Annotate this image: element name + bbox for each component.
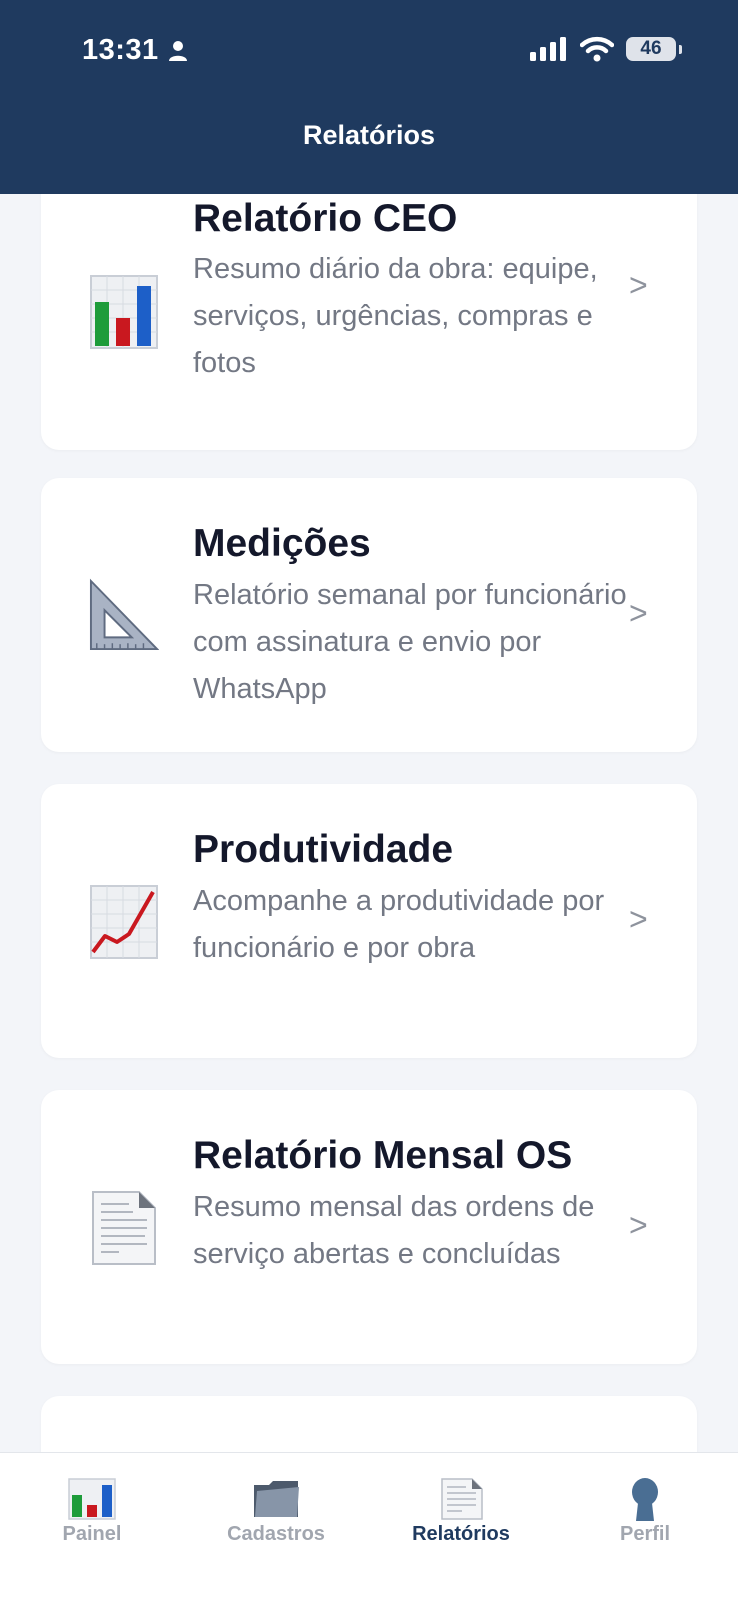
bar-chart-icon <box>90 275 158 349</box>
page-title: Relatórios <box>302 120 436 150</box>
status-indicators: 46 <box>530 36 682 62</box>
wifi-icon <box>580 36 614 62</box>
document-icon <box>92 1191 156 1265</box>
report-card-ceo[interactable]: Relatório CEO Resumo diário da obra: equ… <box>41 194 697 450</box>
trend-chart-icon <box>90 885 158 959</box>
tab-relatorios[interactable]: Relatórios <box>391 1477 531 1546</box>
header-bar: 13:31 46 Relatórios <box>0 0 738 194</box>
report-list[interactable]: Relatório CEO Resumo diário da obra: equ… <box>0 194 738 1452</box>
report-card-mensal-os[interactable]: Relatório Mensal OS Resumo mensal das or… <box>41 1090 697 1364</box>
report-description: Relatório semanal por funcionário com as… <box>193 579 627 705</box>
report-title: Produtividade <box>193 828 454 871</box>
report-card-produtividade[interactable]: Produtividade Acompanhe a produtividade … <box>41 784 697 1058</box>
person-icon <box>168 40 187 61</box>
report-description: Resumo mensal das ordens de serviço aber… <box>193 1191 595 1270</box>
battery-indicator: 46 <box>626 37 682 61</box>
bar-chart-icon <box>68 1478 116 1520</box>
tab-label: Perfil <box>619 1523 671 1545</box>
report-title: Medições <box>193 522 371 565</box>
report-title: Relatório Mensal OS <box>193 1134 573 1177</box>
battery-level: 46 <box>640 38 662 59</box>
tab-label: Cadastros <box>227 1523 325 1545</box>
tab-painel[interactable]: Painel <box>22 1477 162 1546</box>
tab-label: Relatórios <box>412 1523 510 1545</box>
report-title: Relatório CEO <box>193 197 458 240</box>
user-silhouette-icon <box>632 1478 658 1521</box>
report-description: Acompanhe a produtividade por funcionári… <box>193 885 605 964</box>
status-time: 13:31 <box>82 34 189 67</box>
report-card-medicoes[interactable]: Medições Relatório semanal por funcionár… <box>41 478 697 752</box>
chevron-right-icon: > <box>629 1207 648 1243</box>
chevron-right-icon: > <box>629 595 648 631</box>
tab-label: Painel <box>62 1523 122 1545</box>
document-icon <box>441 1478 483 1520</box>
cellular-signal-icon <box>530 37 566 61</box>
report-card-partial[interactable] <box>41 1396 697 1452</box>
folder-icon <box>254 1481 299 1517</box>
bottom-tab-bar: Painel Cadastros Relatórios Perfil <box>0 1452 738 1601</box>
time-text: 13:31 <box>82 34 159 66</box>
triangular-ruler-icon <box>89 578 159 651</box>
tab-perfil[interactable]: Perfil <box>575 1477 715 1546</box>
report-description: Resumo diário da obra: equipe, serviços,… <box>193 253 598 379</box>
chevron-right-icon: > <box>629 267 648 303</box>
tab-cadastros[interactable]: Cadastros <box>206 1477 346 1546</box>
chevron-right-icon: > <box>629 901 648 937</box>
